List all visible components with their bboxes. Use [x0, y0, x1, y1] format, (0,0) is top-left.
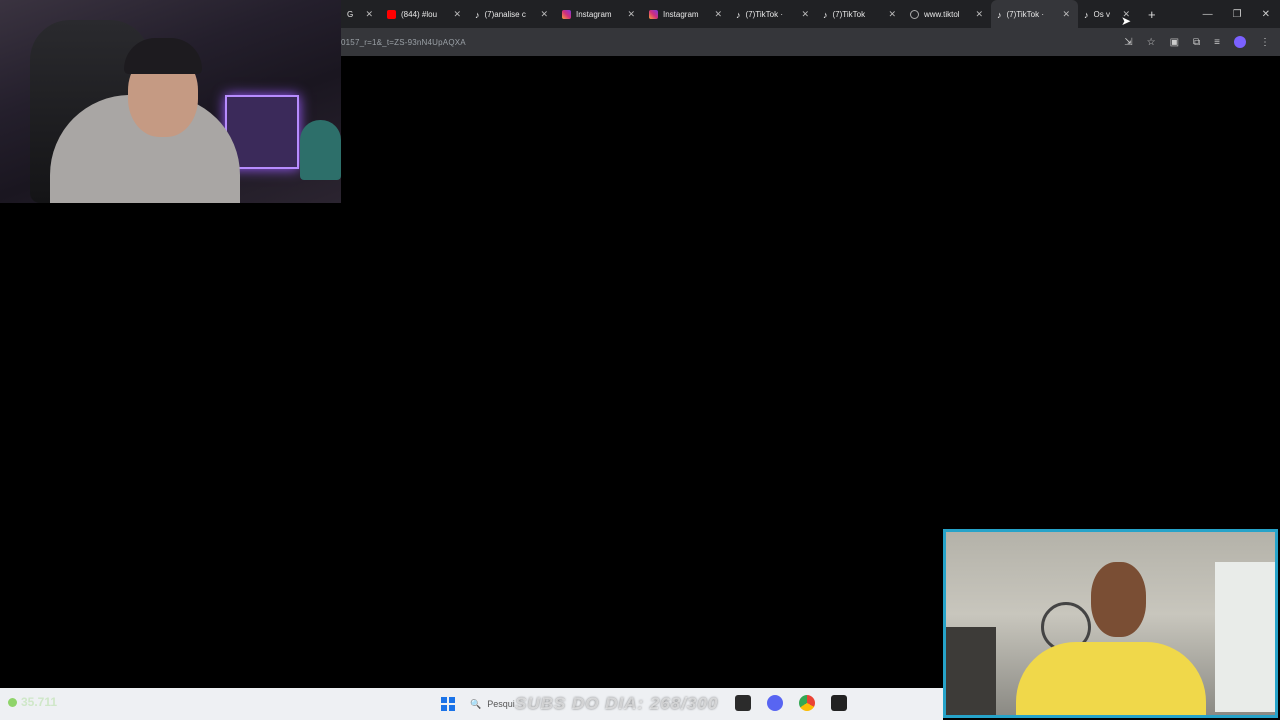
close-window-button[interactable]: ✕ — [1262, 9, 1270, 20]
tab-4[interactable]: Instagram ✕ — [643, 0, 730, 28]
chrome-icon[interactable] — [799, 695, 815, 711]
app-icon[interactable] — [831, 695, 847, 711]
toolbar-icons: ⇲ ☆ ▣ ⧉ ≡ ⋮ — [1124, 36, 1280, 48]
discord-icon[interactable] — [767, 695, 783, 711]
tiktok-icon: ♪ — [1084, 9, 1089, 20]
close-icon[interactable]: ✕ — [365, 9, 373, 20]
live-dot-icon — [8, 697, 17, 707]
new-tab-button[interactable]: + — [1148, 7, 1156, 22]
close-icon[interactable]: ✕ — [1062, 9, 1070, 20]
mouse-cursor-icon: ➤ — [1121, 14, 1132, 28]
instagram-icon — [562, 9, 571, 19]
terminal-icon[interactable] — [735, 695, 751, 711]
media-control-icon[interactable]: ≡ — [1214, 37, 1220, 48]
tab-label: (7)TikTok · — [1006, 9, 1044, 19]
air-cooler — [1215, 562, 1275, 712]
search-placeholder: Pesqui — [487, 699, 515, 709]
tiktok-icon: ♪ — [475, 9, 480, 20]
tiktok-icon: ♪ — [823, 9, 828, 20]
figurine — [300, 120, 341, 180]
close-icon[interactable]: ✕ — [453, 9, 461, 20]
close-icon[interactable]: ✕ — [714, 9, 722, 20]
close-icon[interactable]: ✕ — [801, 9, 809, 20]
guest-face — [1091, 562, 1146, 637]
browser-tab-strip: G ✕ (844) #lou ✕ ♪ (7)analise c ✕ Instag… — [341, 0, 1280, 28]
tab-8-active[interactable]: ♪ (7)TikTok · ✕ — [991, 0, 1078, 28]
taskbar-apps — [735, 695, 847, 711]
tab-label: Instagram — [663, 9, 699, 19]
search-icon: 🔍 — [470, 698, 482, 709]
tab-label: (7)analise c — [484, 9, 526, 19]
tab-label: Os v — [1093, 9, 1110, 19]
globe-icon — [910, 9, 919, 19]
guest-shirt — [1016, 642, 1206, 715]
puzzle-icon[interactable]: ⧉ — [1193, 37, 1200, 48]
taskbar-search[interactable]: 🔍 Pesqui — [470, 695, 515, 713]
close-icon[interactable]: ✕ — [540, 9, 548, 20]
tab-label: (7)TikTok · — [745, 9, 783, 19]
tiktok-icon: ♪ — [736, 9, 741, 20]
tiktok-icon: ♪ — [997, 9, 1002, 20]
tab-6[interactable]: ♪ (7)TikTok ✕ — [817, 0, 904, 28]
tab-1[interactable]: (844) #lou ✕ — [381, 0, 469, 28]
tab-2[interactable]: ♪ (7)analise c ✕ — [469, 0, 556, 28]
close-icon[interactable]: ✕ — [975, 9, 983, 20]
address-bar: 0157_r=1&_t=ZS-93nN4UpAQXA ⇲ ☆ ▣ ⧉ ≡ ⋮ — [341, 28, 1280, 56]
sofa — [946, 627, 996, 715]
url-field[interactable]: 0157_r=1&_t=ZS-93nN4UpAQXA — [341, 38, 1124, 47]
youtube-icon — [387, 9, 396, 19]
tab-label: Instagram — [576, 9, 612, 19]
minimize-button[interactable]: — — [1203, 9, 1213, 20]
window-controls: — ❐ ✕ — [1203, 0, 1280, 28]
daily-subs-banner: SUBS DO DIA: 268/300 — [515, 694, 719, 713]
restore-button[interactable]: ❐ — [1233, 9, 1242, 20]
tab-label: (844) #lou — [401, 9, 438, 19]
close-icon[interactable]: ✕ — [888, 9, 896, 20]
streamer-cap — [124, 38, 202, 74]
guest-webcam — [943, 529, 1278, 718]
tab-3[interactable]: Instagram ✕ — [556, 0, 643, 28]
streamer-webcam — [0, 0, 341, 203]
tab-label: G — [347, 9, 354, 19]
tab-5[interactable]: ♪ (7)TikTok · ✕ — [730, 0, 817, 28]
tab-7[interactable]: www.tiktol ✕ — [904, 0, 991, 28]
tab-0[interactable]: G ✕ — [341, 0, 381, 28]
subscriber-count: 35.711 — [21, 695, 58, 709]
profile-avatar[interactable] — [1234, 36, 1246, 48]
install-app-icon[interactable]: ⇲ — [1124, 37, 1132, 48]
close-icon[interactable]: ✕ — [627, 9, 635, 20]
subscriber-counter: 35.711 — [8, 695, 57, 709]
bookmark-star-icon[interactable]: ☆ — [1147, 37, 1156, 48]
tab-label: (7)TikTok — [832, 9, 866, 19]
menu-kebab-icon[interactable]: ⋮ — [1260, 37, 1270, 48]
instagram-icon — [649, 9, 658, 19]
windows-start-icon[interactable] — [441, 697, 455, 711]
extension-icon[interactable]: ▣ — [1170, 37, 1179, 48]
tab-label: www.tiktol — [924, 9, 960, 19]
